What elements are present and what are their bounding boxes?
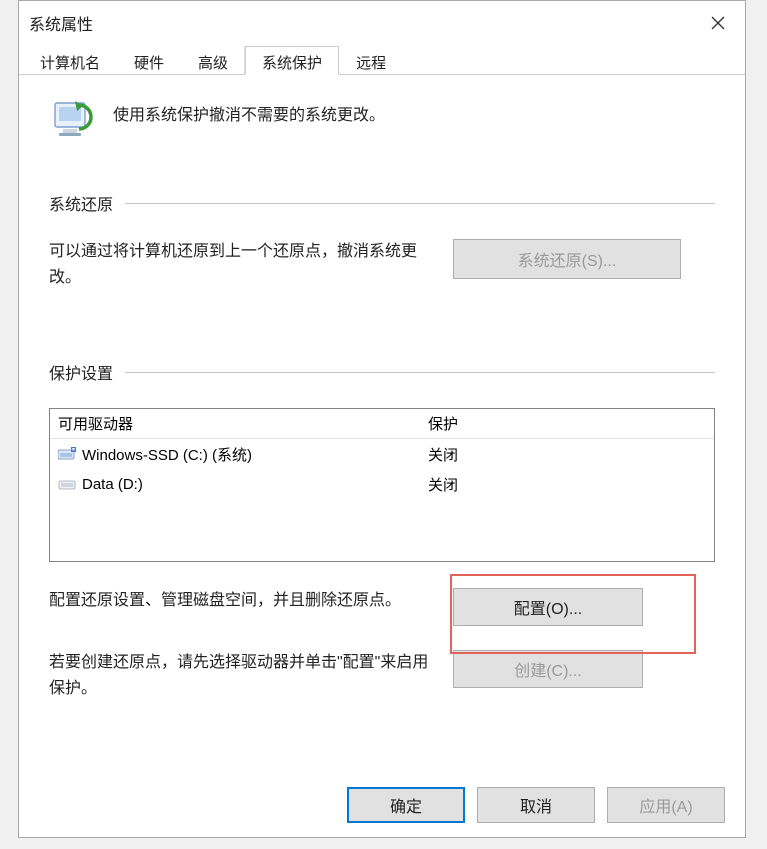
- create-description: 若要创建还原点，请先选择驱动器并单击"配置"来启用保护。: [49, 650, 429, 701]
- drive-protection: 关闭: [420, 474, 714, 495]
- tab-hardware[interactable]: 硬件: [117, 46, 181, 75]
- col-drive: 可用驱动器: [50, 413, 420, 434]
- col-protection: 保护: [420, 413, 714, 434]
- divider: [125, 203, 715, 204]
- section-restore-label: 系统还原: [49, 191, 113, 215]
- restore-description: 可以通过将计算机还原到上一个还原点，撤消系统更改。: [49, 239, 429, 290]
- divider: [125, 372, 715, 373]
- table-row[interactable]: Data (D:) 关闭: [50, 469, 714, 499]
- tabs: 计算机名 硬件 高级 系统保护 远程: [19, 45, 745, 75]
- section-protect-label: 保护设置: [49, 360, 113, 384]
- system-protection-icon: [49, 95, 97, 143]
- drive-name: Windows-SSD (C:) (系统): [82, 444, 252, 465]
- drive-system-icon: [58, 447, 76, 461]
- drive-table[interactable]: 可用驱动器 保护 Windows-SSD (C:) (系统): [49, 408, 715, 562]
- intro-text: 使用系统保护撤消不需要的系统更改。: [113, 95, 385, 125]
- ok-button[interactable]: 确定: [347, 787, 465, 823]
- window-title: 系统属性: [29, 11, 93, 35]
- close-icon: [711, 16, 725, 30]
- tab-system-protection[interactable]: 系统保护: [245, 46, 339, 75]
- drive-protection: 关闭: [420, 444, 714, 465]
- drive-data-icon: [58, 477, 76, 491]
- drive-name: Data (D:): [82, 476, 143, 493]
- tab-advanced[interactable]: 高级: [181, 46, 245, 75]
- close-button[interactable]: [691, 1, 745, 45]
- configure-description: 配置还原设置、管理磁盘空间，并且删除还原点。: [49, 588, 429, 614]
- table-row[interactable]: Windows-SSD (C:) (系统) 关闭: [50, 439, 714, 469]
- system-restore-button: 系统还原(S)...: [453, 239, 681, 279]
- configure-button[interactable]: 配置(O)...: [453, 588, 643, 626]
- apply-button: 应用(A): [607, 787, 725, 823]
- cancel-button[interactable]: 取消: [477, 787, 595, 823]
- tab-remote[interactable]: 远程: [339, 46, 403, 75]
- table-header: 可用驱动器 保护: [50, 409, 714, 439]
- create-button: 创建(C)...: [453, 650, 643, 688]
- tab-computer-name[interactable]: 计算机名: [23, 46, 117, 75]
